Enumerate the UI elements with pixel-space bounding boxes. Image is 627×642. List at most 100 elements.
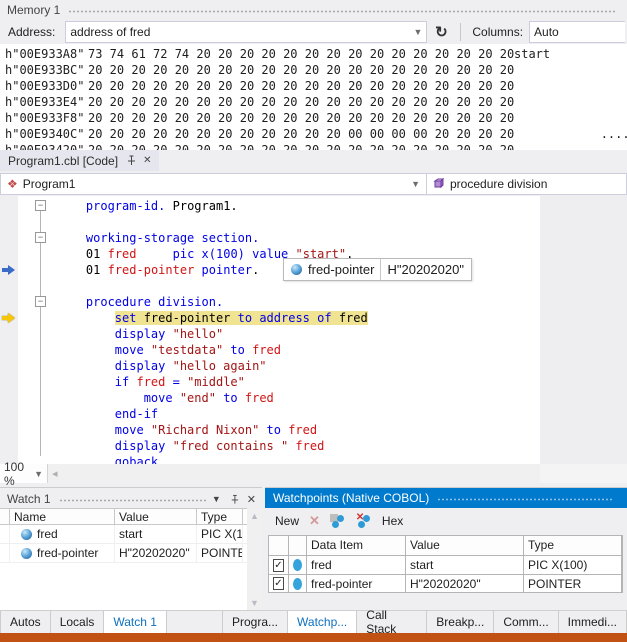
- fold-collapse-icon[interactable]: [35, 296, 46, 307]
- datatip-value[interactable]: H"20202020": [387, 262, 463, 277]
- memory-title-bar[interactable]: Memory 1: [0, 0, 627, 18]
- columns-select[interactable]: Auto: [529, 21, 625, 43]
- watchpoints-column-dataitem[interactable]: Data Item: [307, 536, 406, 555]
- hex-toggle-button[interactable]: Hex: [382, 514, 403, 528]
- tab-comm[interactable]: Comm...: [494, 611, 558, 633]
- bookmark-arrow-icon[interactable]: [2, 264, 16, 276]
- chevron-down-icon[interactable]: ▼: [212, 494, 221, 504]
- datatip[interactable]: fred-pointer H"20202020": [283, 258, 472, 281]
- code-indent: [57, 247, 86, 261]
- delete-watchpoint-icon[interactable]: ✕: [309, 513, 320, 529]
- scope-dropdown[interactable]: ❖ Program1 ▼: [0, 173, 427, 195]
- memory-row[interactable]: h"00E9340C"20 20 20 20 20 20 20 20 20 20…: [0, 126, 627, 142]
- close-icon[interactable]: ✕: [143, 155, 151, 166]
- memory-row[interactable]: h"00E933F8"20 20 20 20 20 20 20 20 20 20…: [0, 110, 627, 126]
- code-line[interactable]: display "hello": [0, 326, 627, 342]
- watchpoint-row[interactable]: ✓fred-pointerH"20202020"POINTER: [268, 574, 623, 593]
- watchpoint-dataitem[interactable]: fred-pointer: [307, 575, 406, 592]
- watch-row[interactable]: fred-pointerH"20202020"POINTER: [0, 544, 262, 563]
- memory-bytes: 20 20 20 20 20 20 20 20 20 20 20 20 20 2…: [88, 62, 514, 78]
- code-line[interactable]: display "hello again": [0, 358, 627, 374]
- memory-row[interactable]: h"00E933BC"20 20 20 20 20 20 20 20 20 20…: [0, 62, 627, 78]
- chevron-down-icon[interactable]: ▼: [407, 179, 420, 189]
- memory-hex-view[interactable]: h"00E933A8"73 74 61 72 74 20 20 20 20 20…: [0, 44, 627, 150]
- watch-title-bar[interactable]: Watch 1 ▼ ✕: [0, 488, 262, 508]
- memory-row[interactable]: h"00E933A8"73 74 61 72 74 20 20 20 20 20…: [0, 46, 627, 62]
- code-line[interactable]: if fred = "middle": [0, 374, 627, 390]
- memory-row[interactable]: h"00E933D0"20 20 20 20 20 20 20 20 20 20…: [0, 78, 627, 94]
- member-dropdown[interactable]: procedure division: [427, 173, 627, 195]
- code-token: end-if: [115, 407, 158, 421]
- code-line[interactable]: procedure division.: [0, 294, 627, 310]
- fold-collapse-icon[interactable]: [35, 232, 46, 243]
- watch-row-name[interactable]: fred: [10, 525, 115, 543]
- watchpoint-value[interactable]: start: [406, 556, 524, 574]
- memory-row[interactable]: h"00E93420"20 20 20 20 20 20 20 20 20 20…: [0, 142, 627, 150]
- scroll-down-icon[interactable]: ▼: [250, 598, 259, 608]
- code-line[interactable]: set fred-pointer to address of fred: [0, 310, 627, 326]
- new-watchpoint-button[interactable]: New: [275, 514, 299, 528]
- code-line[interactable]: program-id. Program1.: [0, 198, 627, 214]
- memory-row[interactable]: h"00E933E4"20 20 20 20 20 20 20 20 20 20…: [0, 94, 627, 110]
- left-tab-group: AutosLocalsWatch 1: [0, 611, 167, 633]
- pin-icon[interactable]: [229, 494, 239, 505]
- watchpoints-column-value[interactable]: Value: [406, 536, 524, 555]
- tab-breakp[interactable]: Breakp...: [427, 611, 494, 633]
- watch-column-type[interactable]: Type: [197, 509, 243, 524]
- title-grip-texture: [59, 498, 206, 503]
- scroll-up-icon[interactable]: ▲: [250, 511, 259, 521]
- watchpoint-row[interactable]: ✓fredstartPIC X(100): [268, 555, 623, 574]
- document-tab[interactable]: Program1.cbl [Code] ✕: [0, 150, 159, 171]
- watch-row[interactable]: fredstartPIC X(100): [0, 525, 262, 544]
- watchpoints-rows: ✓fredstartPIC X(100)✓fred-pointerH"20202…: [268, 555, 623, 593]
- watchpoints-title-bar[interactable]: Watchpoints (Native COBOL): [265, 488, 627, 508]
- close-icon[interactable]: ✕: [247, 493, 256, 506]
- watchpoint-enabled-cell[interactable]: ✓: [269, 556, 289, 574]
- horizontal-scrollbar[interactable]: ◂: [48, 464, 540, 483]
- enable-all-watchpoints-icon[interactable]: [330, 514, 346, 529]
- code-line[interactable]: move "Richard Nixon" to fred: [0, 422, 627, 438]
- vertical-scrollbar[interactable]: ▲ ▼: [247, 508, 262, 611]
- code-token: Program1.: [165, 199, 237, 213]
- checkbox[interactable]: ✓: [273, 559, 284, 572]
- current-statement-arrow-icon[interactable]: [2, 312, 16, 324]
- code-editor[interactable]: program-id. Program1. working-storage se…: [0, 196, 627, 464]
- fold-collapse-icon[interactable]: [35, 200, 46, 211]
- chevron-down-icon[interactable]: ▼: [409, 27, 422, 37]
- code-token: "testdata": [144, 343, 223, 357]
- code-line[interactable]: [0, 214, 627, 230]
- chevron-down-icon[interactable]: ▼: [30, 469, 43, 479]
- tab-locals[interactable]: Locals: [51, 611, 105, 633]
- code-token: x(100): [202, 247, 245, 261]
- tab-watch-1[interactable]: Watch 1: [104, 611, 167, 633]
- address-input[interactable]: address of fred ▼: [65, 21, 427, 43]
- document-tab-strip: Program1.cbl [Code] ✕: [0, 150, 627, 172]
- code-line[interactable]: move "testdata" to fred: [0, 342, 627, 358]
- watch-title: Watch 1: [7, 492, 51, 506]
- code-line[interactable]: working-storage section.: [0, 230, 627, 246]
- watch-column-name[interactable]: Name: [10, 509, 115, 524]
- watchpoint-dataitem[interactable]: fred: [307, 556, 406, 574]
- delete-all-watchpoints-icon[interactable]: ✕: [356, 514, 372, 529]
- watchpoint-enabled-cell[interactable]: ✓: [269, 575, 289, 592]
- tab-watchp[interactable]: Watchp...: [288, 611, 357, 633]
- code-line[interactable]: end-if: [0, 406, 627, 422]
- refresh-button[interactable]: ↻: [430, 21, 452, 43]
- code-line[interactable]: display "fred contains " fred: [0, 438, 627, 454]
- memory-address: h"00E933E4": [5, 94, 84, 110]
- code-line[interactable]: move "end" to fred: [0, 390, 627, 406]
- watch-row-value[interactable]: start: [115, 525, 197, 543]
- watchpoints-column-type[interactable]: Type: [524, 536, 622, 555]
- checkbox[interactable]: ✓: [273, 577, 284, 590]
- watch-row-name[interactable]: fred-pointer: [10, 544, 115, 562]
- scroll-left-icon[interactable]: ◂: [48, 467, 58, 480]
- watch-column-value[interactable]: Value: [115, 509, 197, 524]
- watchpoint-value[interactable]: H"20202020": [406, 575, 524, 592]
- tab-progra[interactable]: Progra...: [222, 611, 288, 633]
- pin-icon[interactable]: [125, 155, 136, 166]
- tab-autos[interactable]: Autos: [0, 611, 51, 633]
- tab-immedi[interactable]: Immedi...: [559, 611, 627, 633]
- tab-call-stack[interactable]: Call Stack: [357, 611, 427, 633]
- watch-row-value[interactable]: H"20202020": [115, 544, 197, 562]
- zoom-select[interactable]: 100 % ▼: [0, 464, 48, 483]
